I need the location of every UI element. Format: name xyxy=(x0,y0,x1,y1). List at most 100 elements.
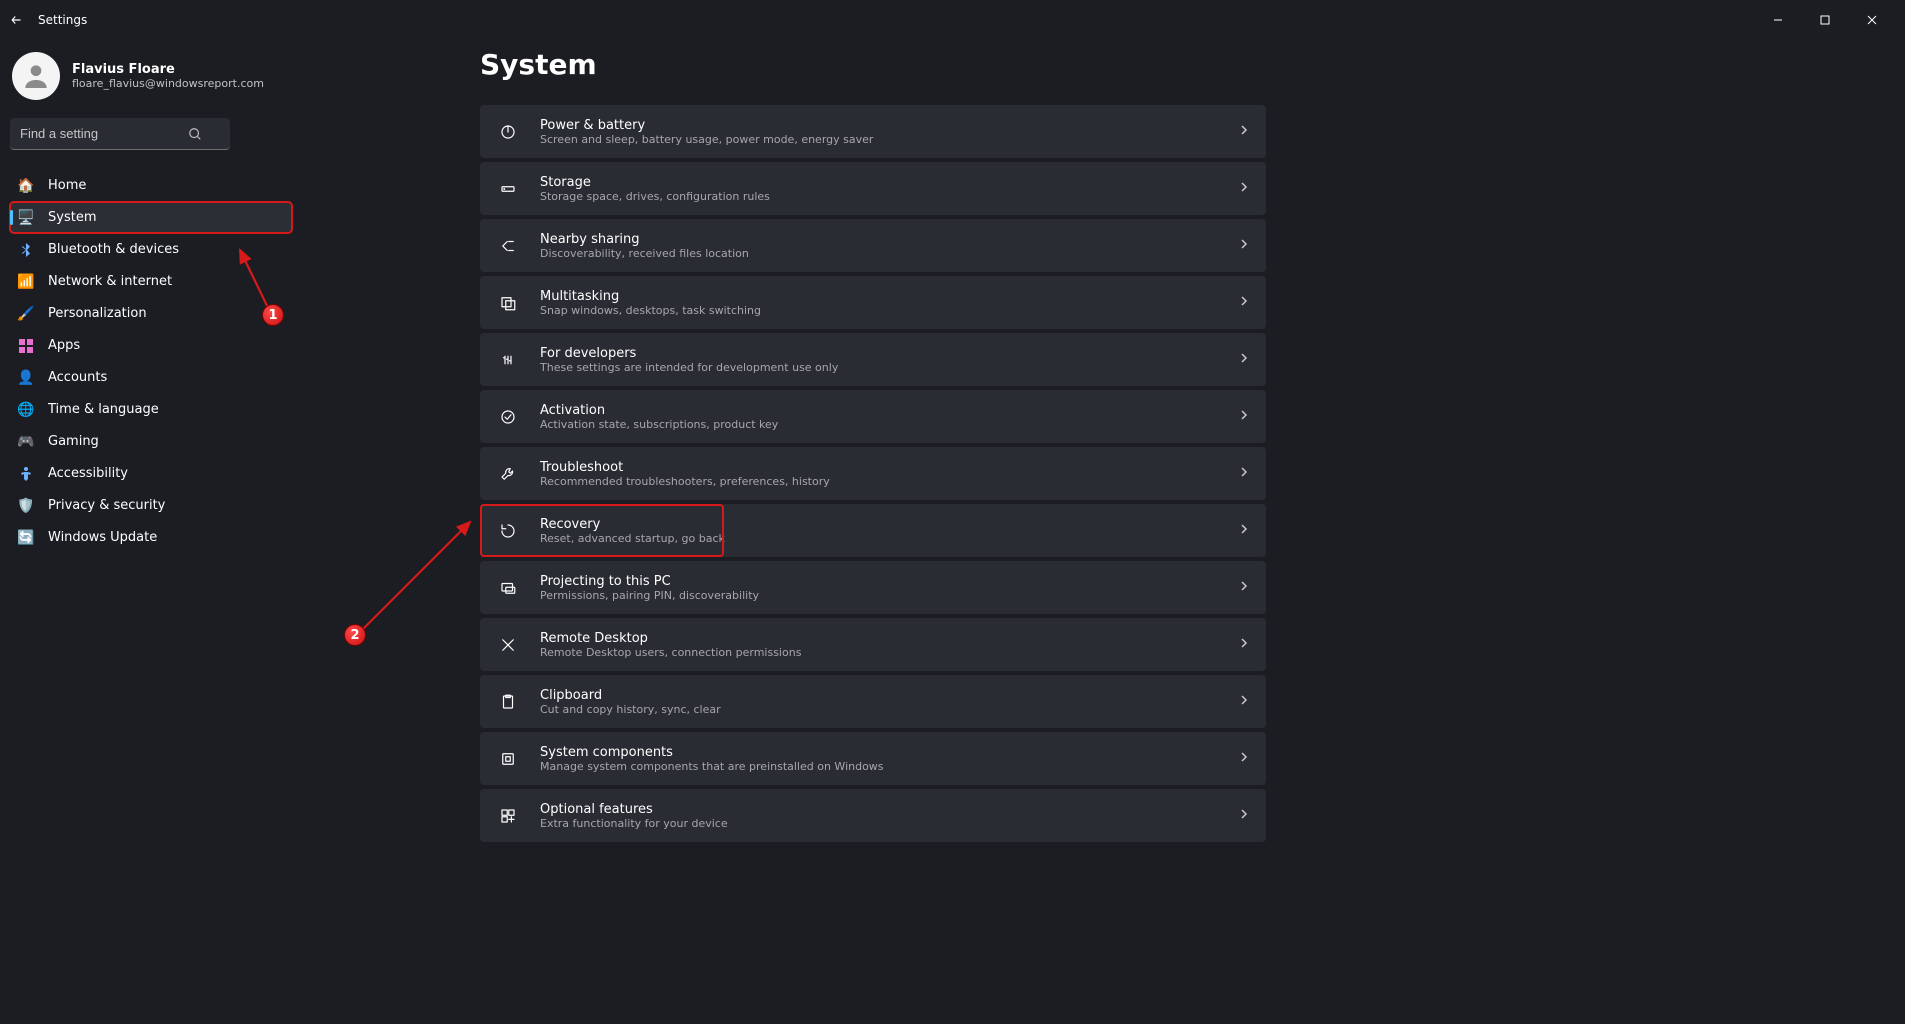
nav-system-label: System xyxy=(48,210,96,225)
setting-recovery-texts: RecoveryReset, advanced startup, go back xyxy=(540,517,1238,545)
setting-activation-texts: ActivationActivation state, subscription… xyxy=(540,403,1238,431)
settings-list: Power & batteryScreen and sleep, battery… xyxy=(480,105,1266,842)
setting-troubleshoot-texts: TroubleshootRecommended troubleshooters,… xyxy=(540,460,1238,488)
nav-update[interactable]: 🔄Windows Update xyxy=(10,522,292,553)
setting-recovery[interactable]: RecoveryReset, advanced startup, go back xyxy=(480,504,1266,557)
setting-projecting[interactable]: Projecting to this PCPermissions, pairin… xyxy=(480,561,1266,614)
nav-privacy-label: Privacy & security xyxy=(48,498,165,513)
setting-system-components-texts: System componentsManage system component… xyxy=(540,745,1238,773)
nav-personalization-label: Personalization xyxy=(48,306,147,321)
window-controls xyxy=(1755,5,1895,35)
setting-for-developers-texts: For developersThese settings are intende… xyxy=(540,346,1238,374)
setting-remote-desktop-icon xyxy=(498,635,518,655)
setting-optional-features-texts: Optional featuresExtra functionality for… xyxy=(540,802,1238,830)
setting-activation-desc: Activation state, subscriptions, product… xyxy=(540,418,1238,431)
setting-nearby-sharing-desc: Discoverability, received files location xyxy=(540,247,1238,260)
nav-personalization[interactable]: 🖌️ Personalization xyxy=(10,298,292,329)
setting-activation-title: Activation xyxy=(540,403,1238,418)
setting-clipboard-desc: Cut and copy history, sync, clear xyxy=(540,703,1238,716)
chevron-right-icon xyxy=(1238,751,1250,767)
chevron-right-icon xyxy=(1238,181,1250,197)
setting-storage[interactable]: StorageStorage space, drives, configurat… xyxy=(480,162,1266,215)
setting-storage-desc: Storage space, drives, configuration rul… xyxy=(540,190,1238,203)
nav-accounts-icon: 👤 xyxy=(18,370,34,386)
setting-optional-features[interactable]: Optional featuresExtra functionality for… xyxy=(480,789,1266,842)
minimize-button[interactable] xyxy=(1755,5,1801,35)
chevron-right-icon xyxy=(1238,523,1250,539)
sidebar: Flavius Floare floare_flavius@windowsrep… xyxy=(0,40,300,1024)
setting-system-components-icon xyxy=(498,749,518,769)
nav-gaming[interactable]: 🎮 Gaming xyxy=(10,426,292,457)
setting-projecting-icon xyxy=(498,578,518,598)
maximize-button[interactable] xyxy=(1802,5,1848,35)
setting-remote-desktop[interactable]: Remote DesktopRemote Desktop users, conn… xyxy=(480,618,1266,671)
setting-clipboard[interactable]: ClipboardCut and copy history, sync, cle… xyxy=(480,675,1266,728)
nav-privacy-icon: 🛡️ xyxy=(18,498,34,514)
close-button[interactable] xyxy=(1849,5,1895,35)
nav-home-label: Home xyxy=(48,178,86,193)
nav-update-label: Windows Update xyxy=(48,530,157,545)
setting-storage-title: Storage xyxy=(540,175,1238,190)
setting-multitasking[interactable]: MultitaskingSnap windows, desktops, task… xyxy=(480,276,1266,329)
setting-system-components[interactable]: System componentsManage system component… xyxy=(480,732,1266,785)
setting-power-battery[interactable]: Power & batteryScreen and sleep, battery… xyxy=(480,105,1266,158)
setting-storage-icon xyxy=(498,179,518,199)
nav-personalization-icon: 🖌️ xyxy=(18,306,34,322)
setting-recovery-title: Recovery xyxy=(540,517,1238,532)
nav-apps-icon xyxy=(18,338,34,354)
main-content: System Power & batteryScreen and sleep, … xyxy=(300,40,1905,1024)
chevron-right-icon xyxy=(1238,409,1250,425)
setting-recovery-desc: Reset, advanced startup, go back xyxy=(540,532,1238,545)
setting-nearby-sharing-title: Nearby sharing xyxy=(540,232,1238,247)
sidebar-nav: 🏠 Home 🖥️ System Bluetooth & devices📶Network… xyxy=(10,170,292,553)
search-icon xyxy=(188,126,202,145)
setting-recovery-icon xyxy=(498,521,518,541)
setting-system-components-desc: Manage system components that are preins… xyxy=(540,760,1238,773)
nav-home[interactable]: 🏠 Home xyxy=(10,170,292,201)
chevron-right-icon xyxy=(1238,466,1250,482)
setting-for-developers[interactable]: For developersThese settings are intende… xyxy=(480,333,1266,386)
nav-home-icon: 🏠 xyxy=(18,178,34,194)
search-wrap xyxy=(10,118,286,150)
nav-gaming-label: Gaming xyxy=(48,434,99,449)
setting-clipboard-icon xyxy=(498,692,518,712)
setting-nearby-sharing[interactable]: Nearby sharingDiscoverability, received … xyxy=(480,219,1266,272)
setting-power-battery-title: Power & battery xyxy=(540,118,1238,133)
nav-bluetooth[interactable]: Bluetooth & devices xyxy=(10,234,292,265)
nav-system[interactable]: 🖥️ System xyxy=(10,202,292,233)
nav-accessibility-label: Accessibility xyxy=(48,466,128,481)
avatar xyxy=(12,52,60,100)
setting-multitasking-desc: Snap windows, desktops, task switching xyxy=(540,304,1238,317)
setting-troubleshoot[interactable]: TroubleshootRecommended troubleshooters,… xyxy=(480,447,1266,500)
account-block[interactable]: Flavius Floare floare_flavius@windowsrep… xyxy=(10,48,292,118)
setting-nearby-sharing-icon xyxy=(498,236,518,256)
nav-privacy[interactable]: 🛡️ Privacy & security xyxy=(10,490,292,521)
setting-power-battery-icon xyxy=(498,122,518,142)
nav-network[interactable]: 📶Network & internet xyxy=(10,266,292,297)
setting-optional-features-title: Optional features xyxy=(540,802,1238,817)
setting-storage-texts: StorageStorage space, drives, configurat… xyxy=(540,175,1238,203)
chevron-right-icon xyxy=(1238,808,1250,824)
nav-system-icon: 🖥️ xyxy=(18,210,34,226)
nav-time-language[interactable]: 🌐Time & language xyxy=(10,394,292,425)
nav-accounts[interactable]: 👤Accounts xyxy=(10,362,292,393)
chevron-right-icon xyxy=(1238,694,1250,710)
nav-bluetooth-icon xyxy=(18,242,34,258)
chevron-right-icon xyxy=(1238,637,1250,653)
chevron-right-icon xyxy=(1238,124,1250,140)
back-button[interactable] xyxy=(10,13,24,27)
chevron-right-icon xyxy=(1238,580,1250,596)
setting-remote-desktop-title: Remote Desktop xyxy=(540,631,1238,646)
setting-activation[interactable]: ActivationActivation state, subscription… xyxy=(480,390,1266,443)
chevron-right-icon xyxy=(1238,238,1250,254)
nav-accessibility[interactable]: Accessibility xyxy=(10,458,292,489)
nav-gaming-icon: 🎮 xyxy=(18,434,34,450)
setting-optional-features-icon xyxy=(498,806,518,826)
nav-accessibility-icon xyxy=(18,466,34,482)
nav-apps[interactable]: Apps xyxy=(10,330,292,361)
annotation-badge-1: 1 xyxy=(262,304,284,326)
titlebar: Settings xyxy=(0,0,1905,40)
setting-clipboard-title: Clipboard xyxy=(540,688,1238,703)
setting-projecting-texts: Projecting to this PCPermissions, pairin… xyxy=(540,574,1238,602)
setting-projecting-title: Projecting to this PC xyxy=(540,574,1238,589)
